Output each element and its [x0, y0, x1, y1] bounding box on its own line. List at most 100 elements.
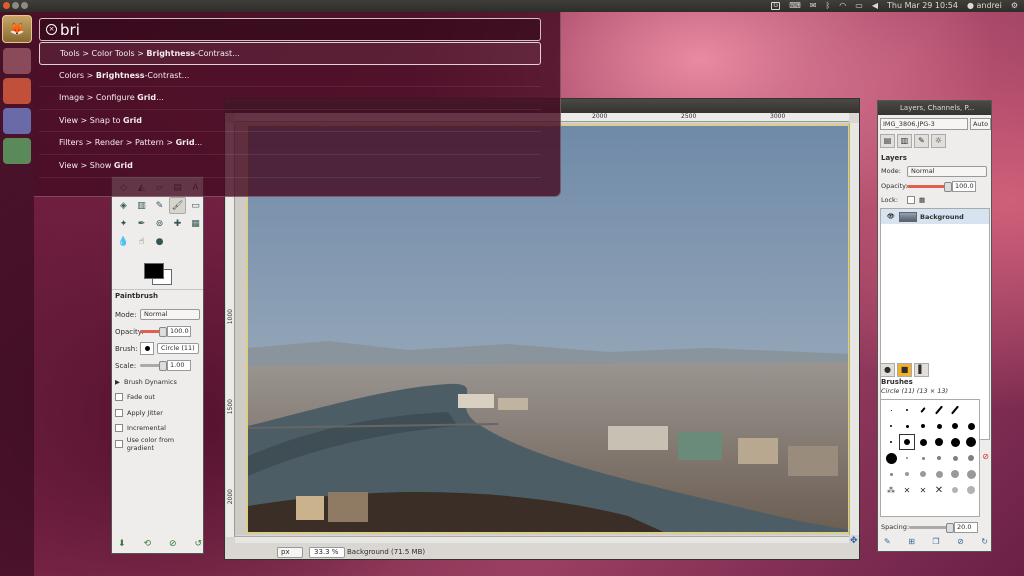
hud-result[interactable]: Tools > Color Tools > Brightness-Contras… [39, 42, 541, 65]
launcher-item-4[interactable] [3, 138, 31, 164]
foreground-color-swatch[interactable] [144, 263, 164, 279]
opacity-field[interactable]: 100.0 [167, 326, 191, 337]
launcher-item-1[interactable] [3, 48, 31, 74]
eraser-tool-icon[interactable]: ▭ [187, 197, 204, 214]
maximize-window-button[interactable] [21, 2, 28, 9]
tab-paths-icon[interactable]: ✎ [914, 134, 929, 148]
tab-brushes-icon[interactable]: ● [880, 363, 895, 377]
vertical-scrollbar[interactable] [849, 123, 859, 535]
clone-tool-icon[interactable]: ⊚ [151, 215, 168, 232]
incremental-checkbox[interactable] [115, 424, 123, 433]
reset-options-icon[interactable]: ↺ [194, 539, 202, 549]
pencil-tool-icon[interactable]: ✎ [151, 197, 168, 214]
keyboard-indicator-icon[interactable]: ⌨ [789, 0, 801, 12]
lock-alpha-icon[interactable]: ▦ [919, 196, 925, 204]
launcher-item-3[interactable] [3, 108, 31, 134]
hud-result[interactable]: View > Show Grid [39, 155, 541, 178]
user-menu[interactable]: ● andrei [967, 0, 1002, 12]
delete-options-icon[interactable]: ⊘ [169, 539, 177, 549]
battery-indicator-icon[interactable]: ▭ [855, 0, 863, 12]
spacing-field[interactable]: 20.0 [954, 521, 978, 533]
edit-brush-icon[interactable]: ✎ [884, 537, 891, 546]
result-path: View > Snap to [59, 115, 124, 125]
lock-pixels-checkbox[interactable] [907, 196, 915, 204]
heal-tool-icon[interactable]: ✚ [169, 215, 186, 232]
blend-tool-icon[interactable]: ▥ [133, 197, 150, 214]
eye-icon[interactable]: 👁 [887, 213, 895, 220]
gradient-color-checkbox[interactable] [115, 439, 123, 448]
hud-search-input[interactable] [60, 20, 530, 39]
apply-jitter-checkbox[interactable] [115, 408, 123, 417]
gradient-color-option[interactable]: Use color from gradient [115, 436, 200, 452]
smudge-tool-icon[interactable]: ☝ [133, 233, 150, 250]
spacing-label: Spacing: [881, 523, 910, 531]
clear-search-icon[interactable]: × [46, 24, 57, 35]
scale-slider[interactable] [140, 361, 167, 371]
horizontal-scrollbar[interactable] [235, 536, 849, 543]
restore-options-icon[interactable]: ⟲ [143, 539, 151, 549]
volume-indicator-icon[interactable]: ◀ [872, 0, 878, 12]
hud-result[interactable]: Filters > Render > Pattern > Grid... [39, 132, 541, 155]
dodge-burn-tool-icon[interactable]: ● [151, 233, 168, 250]
opacity-slider[interactable] [140, 327, 167, 337]
layers-opacity-slider[interactable] [907, 181, 952, 192]
hud-result[interactable]: Image > Configure Grid... [39, 87, 541, 110]
brush-grid[interactable]: ⁂ ✕ ✕ ✕ [880, 399, 980, 517]
scale-label: Scale: [115, 361, 137, 370]
hud-result[interactable]: Colors > Brightness-Contrast... [39, 65, 541, 88]
bucket-fill-tool-icon[interactable]: ◈ [115, 197, 132, 214]
wifi-indicator-icon[interactable]: ◠ [839, 0, 846, 12]
fade-out-checkbox[interactable] [115, 393, 123, 402]
delete-layer-icon[interactable]: ⊘ [982, 452, 989, 461]
ink-tool-icon[interactable]: ✒ [133, 215, 150, 232]
new-brush-icon[interactable]: ⊞ [908, 537, 915, 546]
auto-button[interactable]: Auto [970, 118, 991, 130]
duplicate-brush-icon[interactable]: ❐ [932, 537, 939, 546]
close-window-button[interactable] [3, 2, 10, 9]
layers-opacity-field[interactable]: 100.0 [952, 180, 976, 192]
session-gear-icon[interactable]: ⚙ [1011, 0, 1018, 12]
mode-select[interactable]: Normal [140, 309, 200, 320]
units-select[interactable]: px [277, 547, 303, 558]
paintbrush-tool-icon[interactable]: 🖌 [169, 197, 186, 214]
hud-result[interactable]: View > Snap to Grid [39, 110, 541, 133]
hud-search-box[interactable]: × [39, 18, 541, 41]
brush-field[interactable]: Circle (11) [157, 343, 199, 354]
clock[interactable]: Thu Mar 29 10:54 [887, 0, 958, 12]
apply-jitter-option[interactable]: Apply Jitter [115, 405, 200, 421]
status-layer-info: Background (71.5 MB) [347, 548, 426, 556]
layer-name[interactable]: Background [920, 213, 964, 221]
tab-gradients-icon[interactable]: ▌ [914, 363, 929, 377]
result-match: Grid [175, 138, 195, 148]
tab-layers-icon[interactable]: ▤ [880, 134, 895, 148]
delete-brush-icon[interactable]: ⊘ [957, 537, 964, 546]
layers-mode-select[interactable]: Normal [907, 165, 987, 177]
bluetooth-indicator-icon[interactable]: ᛒ [825, 0, 830, 12]
minimize-window-button[interactable] [12, 2, 19, 9]
lock-label: Lock: [881, 196, 899, 204]
tab-undo-icon[interactable]: ☼ [931, 134, 946, 148]
spacing-slider[interactable] [909, 522, 954, 533]
selected-brush[interactable] [899, 434, 915, 450]
scale-field[interactable]: 1.00 [167, 360, 191, 371]
launcher-item-2[interactable] [3, 78, 31, 104]
ruler-h-label: 2000 [592, 113, 608, 120]
zoom-select[interactable]: 33.3 % [309, 547, 345, 558]
tab-patterns-icon[interactable]: ■ [897, 363, 912, 377]
mail-indicator-icon[interactable]: ✉ [810, 0, 817, 12]
airbrush-tool-icon[interactable]: ✦ [115, 215, 132, 232]
image-select[interactable]: IMG_3806.JPG-3 [880, 118, 968, 130]
refresh-brushes-icon[interactable]: ↻ [981, 537, 988, 546]
gmail-indicator-icon[interactable]: G [771, 2, 781, 10]
incremental-option[interactable]: Incremental [115, 421, 200, 437]
fade-out-option[interactable]: Fade out [115, 390, 200, 406]
hud-results-list: Tools > Color Tools > Brightness-Contras… [39, 42, 541, 178]
brush-preview[interactable] [140, 342, 154, 355]
layer-row[interactable]: 👁 Background [881, 209, 989, 224]
blur-tool-icon[interactable]: 💧 [115, 233, 132, 250]
brush-dynamics-expander[interactable]: ▶ Brush Dynamics [115, 374, 200, 390]
save-options-icon[interactable]: ⬇ [118, 539, 126, 549]
tab-channels-icon[interactable]: ▥ [897, 134, 912, 148]
perspective-clone-tool-icon[interactable]: ▦ [187, 215, 204, 232]
dock-title[interactable]: Layers, Channels, P... [878, 101, 991, 115]
